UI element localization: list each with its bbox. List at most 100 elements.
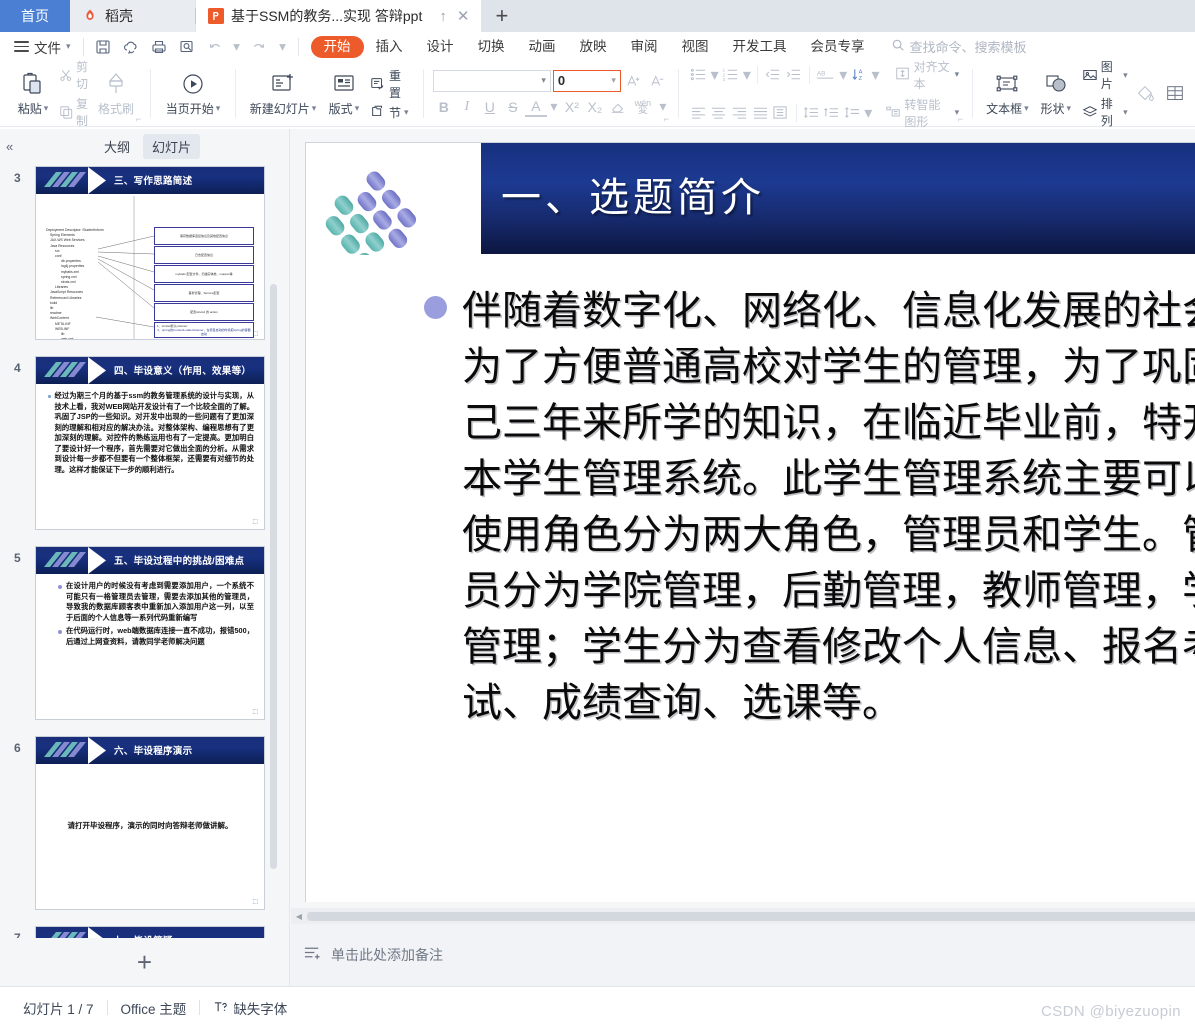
line-height-button[interactable] (843, 102, 863, 124)
ribbon-tab-start[interactable]: 开始 (310, 35, 364, 58)
align-left-button[interactable] (689, 102, 709, 124)
theme-label[interactable]: Office 主题 (108, 998, 200, 1018)
picture-button[interactable]: 图片 ▾ (1080, 57, 1130, 93)
paragraph-dialog-launcher[interactable]: ⌐ (958, 114, 963, 124)
strikethrough-button[interactable]: S (502, 96, 524, 118)
current-slide[interactable]: 一、选题简介 伴随着数字化、网络化、信息化发展的社会，为了方便普通高校对学生的管… (305, 142, 1195, 902)
collapse-pane-icon[interactable]: « (6, 139, 13, 154)
notes-pane[interactable]: 单击此处添加备注 (291, 924, 1195, 986)
undo-icon[interactable] (202, 35, 228, 59)
numbered-list-dropdown-icon[interactable]: ▾ (742, 64, 752, 86)
bullet-list-dropdown-icon[interactable]: ▾ (709, 64, 719, 86)
convert-smartart-button[interactable]: 转智能图形 ▾ (882, 96, 962, 130)
increase-indent-button[interactable] (784, 64, 804, 86)
subscript-button[interactable]: X₂ (584, 96, 606, 118)
align-right-button[interactable] (730, 102, 750, 124)
close-icon[interactable]: ✕ (457, 9, 470, 24)
file-menu-button[interactable]: 文件 ▾ (8, 37, 77, 57)
ribbon-tab-insert[interactable]: 插入 (364, 36, 415, 58)
format-painter-button[interactable]: 格式刷 (92, 68, 140, 119)
line-spacing-button[interactable] (801, 102, 821, 124)
undo-dropdown-icon[interactable]: ▾ (230, 35, 244, 59)
bullet-list-button[interactable] (689, 64, 709, 86)
tab-document[interactable]: 基于SSM的教务...实现 答辩ppt ↑ ✕ (196, 0, 482, 32)
fill-color-button[interactable] (1130, 78, 1160, 110)
thumbnail-preview[interactable]: 六、毕设程序演示 请打开毕设程序，演示的同时向答辩老师做讲解。 ⬚ (35, 736, 265, 910)
cut-button[interactable]: 剪切 (57, 57, 92, 93)
font-name-input[interactable]: ▾ (432, 69, 551, 92)
text-direction-button[interactable]: AB (815, 64, 837, 86)
slide-counter[interactable]: 幻灯片 1 / 7 (10, 998, 107, 1018)
thumbnail-preview[interactable]: 四、毕设意义（作用、效果等） 经过为期三个月的基于ssm的教务管理系统的设计与实… (35, 356, 265, 530)
copy-button[interactable]: 复制 (57, 94, 92, 130)
tab-home[interactable]: 首页 (0, 0, 70, 32)
ribbon-tab-view[interactable]: 视图 (670, 36, 721, 58)
cloud-sync-icon[interactable] (118, 35, 144, 59)
line-height-dropdown-icon[interactable]: ▾ (863, 102, 873, 124)
horizontal-scrollbar[interactable]: ◀ (291, 908, 1195, 924)
chevron-down-icon[interactable]: ▾ (541, 75, 546, 86)
share-icon[interactable]: ↑ (439, 9, 447, 24)
eraser-icon[interactable] (607, 96, 629, 118)
font-dialog-launcher[interactable]: ⌐ (664, 114, 669, 124)
print-preview-icon[interactable] (174, 35, 200, 59)
font-color-button[interactable]: A (524, 97, 547, 117)
customize-qat-icon[interactable]: ▾ (274, 35, 292, 59)
hscroll-track[interactable] (307, 911, 1195, 921)
justify-button[interactable] (750, 102, 770, 124)
textbox-button[interactable]: 文本框 ▾ (983, 68, 1032, 119)
sort-dropdown-icon[interactable]: ▾ (870, 64, 880, 86)
underline-button[interactable]: U (479, 96, 501, 118)
thumbnail-item[interactable]: 5 五、毕设过程中的挑战/困难点 在设计用户的时候没有考虑到需要添加用户，一个系… (0, 543, 289, 733)
superscript-button[interactable]: X² (561, 96, 583, 118)
ribbon-tab-member[interactable]: 会员专享 (799, 36, 877, 58)
ribbon-tab-slideshow[interactable]: 放映 (568, 36, 619, 58)
section-button[interactable]: 节 ▾ (368, 103, 413, 122)
arrange-button[interactable]: 排列 ▾ (1080, 94, 1130, 130)
italic-button[interactable]: I (456, 96, 478, 118)
pinyin-guide-button[interactable]: wén 変 (630, 96, 656, 118)
tab-outline[interactable]: 大纲 (95, 134, 139, 159)
thumbnail-item[interactable]: 6 六、毕设程序演示 请打开毕设程序，演示的同时向答辩老师做讲解。 ⬚ (0, 733, 289, 923)
ribbon-tab-animation[interactable]: 动画 (517, 36, 568, 58)
thumbnail-item[interactable]: 7 七、毕 (0, 923, 289, 938)
redo-icon[interactable] (246, 35, 272, 59)
grow-font-button[interactable] (623, 70, 645, 92)
thumbnail-preview[interactable]: 五、毕设过程中的挑战/困难点 在设计用户的时候没有考虑到需要添加用户，一个系统不… (35, 546, 265, 720)
font-size-input[interactable]: 0 ▾ (552, 69, 621, 92)
thumbnail-preview[interactable]: 三、写作思路简述 Deployment Descriptor: StudentI… (35, 166, 265, 340)
sort-button[interactable]: AZ (849, 64, 869, 86)
slide-title[interactable]: 一、选题简介 (501, 165, 765, 223)
thumbnail-item[interactable]: 4 四、毕设意义（作用、效果等） 经过为期三个月的基于ssm的教务管理系统的设计… (0, 353, 289, 543)
search-box[interactable]: 查找命令、搜索模板 (891, 37, 1027, 56)
save-icon[interactable] (90, 35, 116, 59)
thumbnail-preview[interactable]: 七、毕设答疑 (35, 926, 265, 938)
distribute-button[interactable] (771, 102, 791, 124)
new-slide-button[interactable]: 新建幻灯片 ▾ (246, 68, 320, 119)
shrink-font-button[interactable] (647, 70, 669, 92)
tab-daoke[interactable]: 稻壳 (70, 0, 195, 32)
paste-button[interactable]: 粘贴 ▾ (9, 68, 57, 119)
font-color-dropdown-icon[interactable]: ▾ (548, 96, 560, 118)
thumbnail-list[interactable]: 3 三、写作思路简述 Deployment Descriptor: Studen… (0, 163, 289, 938)
add-slide-button[interactable]: + (137, 947, 152, 978)
shape-button[interactable]: 形状 ▾ (1032, 68, 1080, 119)
thumbnail-item[interactable]: 3 三、写作思路简述 Deployment Descriptor: Studen… (0, 163, 289, 353)
text-direction-dropdown-icon[interactable]: ▾ (838, 64, 848, 86)
ribbon-tab-design[interactable]: 设计 (415, 36, 466, 58)
ribbon-tab-review[interactable]: 审阅 (619, 36, 670, 58)
scroll-left-icon[interactable]: ◀ (291, 912, 307, 921)
clipboard-dialog-launcher[interactable]: ⌐ (136, 114, 141, 124)
ribbon-tab-developer[interactable]: 开发工具 (721, 36, 799, 58)
align-text-button[interactable]: 对齐文本 ▾ (892, 58, 962, 92)
numbered-list-button[interactable]: 123 (721, 64, 741, 86)
reset-button[interactable]: 重置 (368, 66, 413, 102)
bold-button[interactable]: B (433, 96, 455, 118)
chevron-down-icon[interactable]: ▾ (611, 75, 616, 86)
hscroll-thumb[interactable] (307, 911, 1195, 921)
ribbon-tab-transition[interactable]: 切换 (466, 36, 517, 58)
slide-body-placeholder[interactable]: 伴随着数字化、网络化、信息化发展的社会，为了方便普通高校对学生的管理，为了巩固自… (424, 283, 1195, 731)
decrease-indent-button[interactable] (763, 64, 783, 86)
align-center-button[interactable] (709, 102, 729, 124)
table-button[interactable] (1160, 78, 1190, 110)
